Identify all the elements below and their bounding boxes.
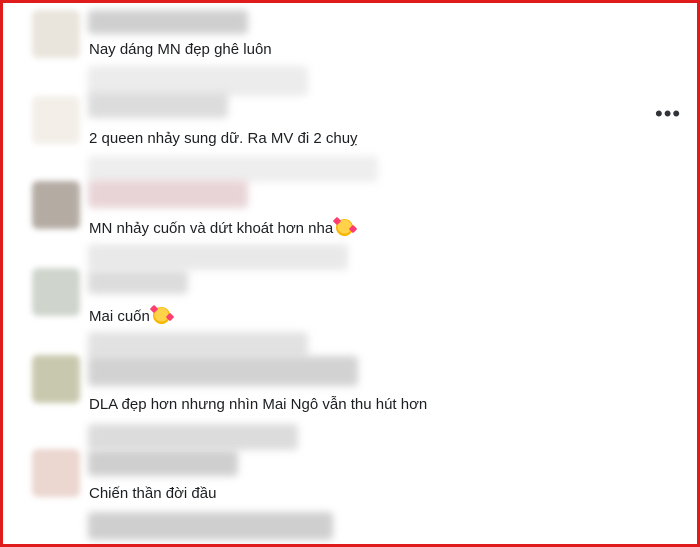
blurred-username xyxy=(88,270,188,294)
blurred-username xyxy=(88,332,308,358)
avatar[interactable] xyxy=(32,181,80,229)
blurred-username xyxy=(88,356,358,386)
comment-text: Nay dáng MN đẹp ghê luôn xyxy=(89,41,272,58)
comment-text-content: Mai cuốn xyxy=(89,308,150,325)
avatar[interactable] xyxy=(32,449,80,497)
comment-text: Mai cuốn xyxy=(89,307,170,326)
blurred-username xyxy=(88,244,348,270)
avatar[interactable] xyxy=(32,10,80,58)
smiling-face-with-hearts-icon xyxy=(152,307,170,324)
more-options-button[interactable]: ••• xyxy=(655,103,681,125)
avatar[interactable] xyxy=(32,268,80,316)
avatar[interactable] xyxy=(32,96,80,144)
blurred-username xyxy=(88,10,248,34)
blurred-username xyxy=(88,450,238,476)
avatar[interactable] xyxy=(32,355,80,403)
comment-text: Chiến thần đời đầu xyxy=(89,485,217,502)
comment-text: DLA đẹp hơn nhưng nhìn Mai Ngô vẫn thu h… xyxy=(89,396,428,413)
blurred-username xyxy=(88,156,378,182)
blurred-username xyxy=(88,424,298,450)
comment-text: 2 queen nhảy sung dữ. Ra MV đi 2 chuỵ xyxy=(89,130,358,147)
blurred-username xyxy=(88,92,228,118)
smiling-face-with-hearts-icon xyxy=(336,219,354,236)
comment-text: MN nhảy cuốn và dứt khoát hơn nha xyxy=(89,219,354,238)
blurred-username xyxy=(88,512,333,540)
blurred-username xyxy=(88,180,248,208)
comment-text-content: MN nhảy cuốn và dứt khoát hơn nha xyxy=(89,220,334,237)
